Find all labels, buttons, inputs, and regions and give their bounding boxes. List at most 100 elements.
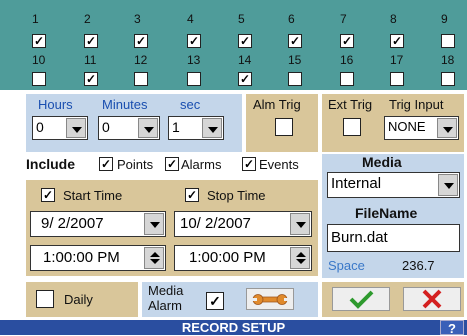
channel-15-label: 15: [288, 53, 302, 67]
stop-time-label: Stop Time: [207, 188, 266, 203]
stop-date-picker[interactable]: 10/ 2/2007: [174, 211, 312, 237]
minutes-select[interactable]: 0: [98, 116, 160, 140]
cancel-button[interactable]: [403, 287, 461, 311]
alm-trig-label: Alm Trig: [253, 97, 301, 112]
channel-7-checkbox[interactable]: ✓: [340, 34, 354, 48]
minutes-dropdown-arrow-icon[interactable]: [138, 118, 158, 138]
media-alarm-settings-button[interactable]: [246, 288, 294, 310]
stop-time-value: 1:00:00 PM: [189, 249, 266, 266]
points-label: Points: [117, 157, 154, 172]
channel-14-label: 14: [238, 53, 252, 67]
channel-8-checkbox[interactable]: ✓: [390, 34, 404, 48]
stop-time-checkbox[interactable]: ✓: [185, 188, 199, 202]
trig-input-select[interactable]: NONE: [384, 116, 459, 140]
channel-16-checkbox[interactable]: [340, 72, 354, 86]
hours-dropdown-arrow-icon[interactable]: [66, 118, 86, 138]
channel-3-label: 3: [134, 12, 141, 26]
events-checkbox[interactable]: ✓: [242, 157, 256, 171]
hours-label: Hours: [38, 97, 73, 112]
media-alarm-label-line1: Media: [148, 283, 184, 298]
filename-value: Burn.dat: [331, 229, 388, 246]
channel-13-checkbox[interactable]: [187, 72, 201, 86]
media-label: Media: [362, 154, 402, 170]
channel-10-checkbox[interactable]: [32, 72, 46, 86]
channel-2-label: 2: [84, 12, 91, 26]
minutes-label: Minutes: [102, 97, 148, 112]
trig-input-value: NONE: [388, 119, 426, 134]
channel-12-checkbox[interactable]: [134, 72, 148, 86]
channel-1-label: 1: [32, 12, 39, 26]
help-button[interactable]: ?: [440, 320, 464, 336]
channel-18-label: 18: [441, 53, 455, 67]
trig-input-label: Trig Input: [389, 97, 444, 112]
sec-select[interactable]: 1: [168, 116, 224, 140]
ext-trig-checkbox[interactable]: [343, 118, 361, 136]
channel-9-label: 9: [441, 12, 448, 26]
media-dropdown-arrow-icon[interactable]: [438, 174, 458, 196]
include-label: Include: [26, 156, 76, 172]
start-time-picker[interactable]: 1:00:00 PM: [30, 245, 166, 271]
alm-trig-checkbox[interactable]: [275, 118, 293, 136]
start-date-value: 9/ 2/2007: [41, 215, 104, 232]
sec-dropdown-arrow-icon[interactable]: [202, 118, 222, 138]
filename-input[interactable]: Burn.dat: [327, 224, 460, 252]
hours-select[interactable]: 0: [32, 116, 88, 140]
channel-11-label: 11: [84, 53, 97, 67]
channel-5-checkbox[interactable]: ✓: [238, 34, 252, 48]
stop-time-spinner-icon[interactable]: [290, 247, 310, 269]
sec-value: 1: [172, 119, 180, 135]
channel-2-checkbox[interactable]: ✓: [84, 34, 98, 48]
space-value: 236.7: [402, 258, 435, 273]
channel-7-label: 7: [340, 12, 347, 26]
start-time-label: Start Time: [63, 188, 123, 203]
channel-16-label: 16: [340, 53, 354, 67]
channel-12-label: 12: [134, 53, 148, 67]
start-time-spinner-icon[interactable]: [144, 247, 164, 269]
start-time-value: 1:00:00 PM: [43, 249, 120, 266]
media-select[interactable]: Internal: [327, 172, 460, 198]
channel-15-checkbox[interactable]: [288, 72, 302, 86]
sec-label: sec: [180, 97, 201, 112]
channel-11-checkbox[interactable]: ✓: [84, 72, 98, 86]
stop-date-value: 10/ 2/2007: [180, 215, 251, 232]
trig-input-dropdown-arrow-icon[interactable]: [437, 118, 457, 138]
alarms-label: Alarms: [181, 157, 222, 172]
channel-13-label: 13: [187, 53, 201, 67]
alarms-checkbox[interactable]: ✓: [165, 157, 179, 171]
ok-button[interactable]: [332, 287, 390, 311]
channel-1-checkbox[interactable]: ✓: [32, 34, 46, 48]
minutes-value: 0: [102, 119, 110, 135]
start-date-picker[interactable]: 9/ 2/2007: [30, 211, 166, 237]
wrench-icon: [252, 294, 289, 305]
channel-17-checkbox[interactable]: [390, 72, 404, 86]
channel-10-label: 10: [32, 53, 46, 67]
media-alarm-checkbox[interactable]: ✓: [206, 292, 224, 310]
daily-label: Daily: [64, 292, 93, 307]
ext-trig-label: Ext Trig: [328, 97, 373, 112]
start-time-checkbox[interactable]: ✓: [41, 188, 55, 202]
hours-value: 0: [36, 119, 44, 135]
channel-6-checkbox[interactable]: ✓: [288, 34, 302, 48]
space-label: Space: [328, 258, 365, 273]
channel-8-label: 8: [390, 12, 397, 26]
stop-time-picker[interactable]: 1:00:00 PM: [174, 245, 312, 271]
channel-14-checkbox[interactable]: ✓: [238, 72, 252, 86]
channel-4-checkbox[interactable]: ✓: [187, 34, 201, 48]
channel-4-label: 4: [187, 12, 194, 26]
channel-6-label: 6: [288, 12, 295, 26]
checkmark-icon: [349, 290, 374, 309]
channel-9-checkbox[interactable]: [441, 34, 455, 48]
daily-checkbox[interactable]: [36, 290, 54, 308]
channel-3-checkbox[interactable]: ✓: [134, 34, 148, 48]
filename-label: FileName: [355, 205, 418, 221]
channel-17-label: 17: [390, 53, 404, 67]
start-date-dropdown-arrow-icon[interactable]: [144, 213, 164, 235]
points-checkbox[interactable]: ✓: [99, 157, 113, 171]
media-alarm-label-line2: Alarm: [148, 298, 182, 313]
record-setup-title: RECORD SETUP: [181, 320, 286, 335]
channel-18-checkbox[interactable]: [441, 72, 455, 86]
channel-5-label: 5: [238, 12, 245, 26]
stop-date-dropdown-arrow-icon[interactable]: [290, 213, 310, 235]
close-x-icon: [422, 289, 442, 309]
events-label: Events: [259, 157, 299, 172]
